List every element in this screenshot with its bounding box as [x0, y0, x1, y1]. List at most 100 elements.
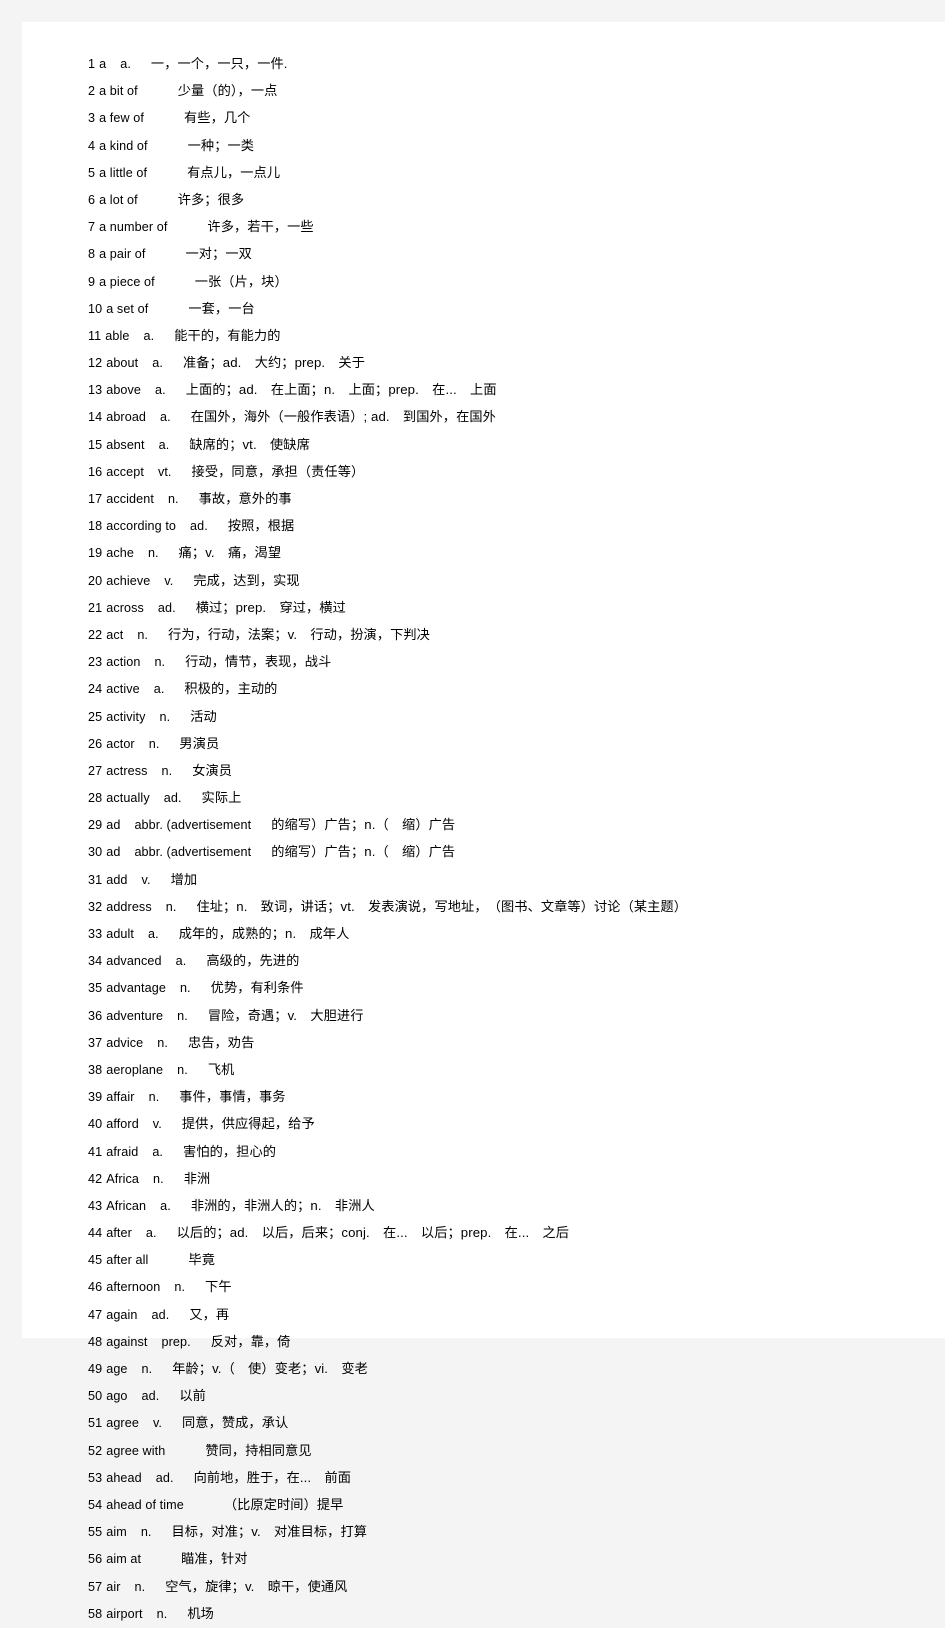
entry-definition: 女演员: [192, 762, 233, 778]
entry-definition: 一张（片，块）: [194, 273, 288, 289]
vocabulary-entry: 3a few of 有些，几个: [88, 104, 928, 131]
entry-number: 3: [88, 111, 96, 126]
vocabulary-entry: 35 advantage n. 优势，有利条件: [88, 974, 928, 1001]
entry-headword: ache: [106, 546, 134, 561]
entry-definition: 成年的，成熟的；n. 成年人: [178, 926, 350, 941]
entry-part-of-speech: a.: [175, 954, 187, 969]
vocabulary-entry: 30 ad abbr. (advertisement 的缩写）广告；n.（ 缩）广告: [88, 838, 928, 865]
entry-headword: abroad: [106, 410, 147, 425]
entry-definition: 横过；prep. 穿过，横过: [195, 599, 346, 615]
entry-definition: 优势，有利条件: [210, 980, 304, 996]
entry-definition: 赞同，持相同意见: [205, 1442, 312, 1458]
entry-headword: a: [99, 57, 107, 71]
entry-part-of-speech: a.: [148, 927, 159, 941]
entry-headword: aim at: [106, 1552, 142, 1567]
entry-part-of-speech: a.: [120, 57, 131, 71]
entry-number: 34: [88, 954, 103, 969]
entry-headword: airport: [106, 1606, 143, 1621]
entry-number: 51: [88, 1416, 103, 1431]
vocabulary-entry: 48 against prep. 反对，靠，倚: [88, 1328, 928, 1355]
vocabulary-entry: 29 ad abbr. (advertisement 的缩写）广告；n.（ 缩）广告: [88, 811, 928, 838]
entry-headword: active: [106, 682, 140, 697]
entry-headword: afternoon: [106, 1280, 161, 1295]
entry-part-of-speech: ad.: [190, 519, 208, 534]
entry-number: 45: [88, 1253, 103, 1268]
entry-headword: ahead of time: [106, 1497, 184, 1512]
entry-definition: 一，一个，一只，一件.: [150, 56, 288, 71]
entry-headword: a pair of: [99, 247, 146, 262]
entry-definition: 非洲: [183, 1170, 211, 1186]
entry-part-of-speech: ad.: [141, 1389, 160, 1404]
vocabulary-entry: 40 afford v. 提供，供应得起，给予: [88, 1110, 928, 1137]
entry-part-of-speech: ad.: [157, 600, 176, 615]
entry-headword: aeroplane: [106, 1062, 164, 1077]
entry-headword: again: [106, 1307, 138, 1322]
entry-definition: 空气，旋律；v. 晾干，使通风: [165, 1578, 348, 1594]
entry-headword: about: [106, 356, 139, 371]
entry-headword: air: [106, 1579, 121, 1594]
entry-definition: 瞄准，针对: [181, 1551, 248, 1567]
entry-part-of-speech: v.: [164, 573, 174, 588]
entry-part-of-speech: n.: [148, 1090, 160, 1105]
entry-definition: 实际上: [201, 790, 242, 806]
entry-definition: 有点儿，一点儿: [187, 164, 281, 180]
vocabulary-entry: 55 aim n. 目标，对准；v. 对准目标，打算: [88, 1518, 928, 1545]
entry-headword: actor: [106, 736, 135, 751]
entry-headword: a lot of: [99, 192, 138, 207]
entry-part-of-speech: abbr. (advertisement: [134, 845, 252, 860]
entry-headword: advice: [106, 1035, 144, 1050]
entry-definition: 提供，供应得起，给予: [181, 1116, 315, 1132]
entry-definition: 年龄；v.（ 使）变老；vi. 变老: [172, 1361, 368, 1376]
entry-part-of-speech: a.: [152, 1144, 164, 1159]
entry-part-of-speech: n.: [140, 1525, 152, 1540]
entry-headword: age: [106, 1362, 128, 1376]
entry-headword: a few of: [99, 111, 145, 126]
entry-headword: accident: [106, 492, 154, 506]
entry-headword: a piece of: [99, 274, 155, 289]
vocabulary-entry: 50 ago ad. 以前: [88, 1382, 928, 1409]
entry-part-of-speech: ad.: [155, 1470, 174, 1485]
vocabulary-entry: 57 air n. 空气，旋律；v. 晾干，使通风: [88, 1573, 928, 1600]
entry-number: 24: [88, 682, 103, 697]
vocabulary-entry: 8a pair of 一对；一双: [88, 240, 928, 267]
entry-number: 4: [88, 138, 96, 153]
vocabulary-entry: 52 agree with 赞同，持相同意见: [88, 1437, 928, 1464]
entry-number: 18: [88, 519, 103, 534]
entry-headword: a number of: [99, 220, 168, 235]
entry-number: 39: [88, 1090, 103, 1105]
entry-part-of-speech: a.: [160, 1198, 171, 1213]
entry-number: 32: [88, 899, 103, 914]
entry-part-of-speech: ad.: [151, 1307, 170, 1322]
vocabulary-list: 1 a a. 一，一个，一只，一件. 2 a bit of 少量（的），一点 3 a few o…: [88, 50, 928, 1627]
entry-headword: afraid: [106, 1144, 139, 1159]
entry-definition: 一套，一台: [188, 300, 255, 316]
entry-number: 43: [88, 1198, 103, 1213]
entry-headword: across: [106, 600, 144, 615]
entry-number: 35: [88, 981, 103, 996]
vocabulary-entry: 33 adult a. 成年的，成熟的；n. 成年人: [88, 920, 928, 947]
entry-part-of-speech: abbr. (advertisement: [134, 818, 252, 833]
entry-part-of-speech: a.: [160, 410, 171, 425]
vocabulary-entry: 25 activity n. 活动: [88, 703, 928, 730]
entry-headword: a bit of: [99, 84, 138, 99]
entry-number: 8: [88, 247, 96, 262]
entry-headword: a set of: [106, 301, 149, 316]
entry-number: 42: [88, 1171, 103, 1186]
vocabulary-entry: 26 actor n. 男演员: [88, 730, 928, 757]
entry-number: 12: [88, 356, 103, 371]
vocabulary-entry: 19 ache n. 痛；v. 痛，渴望: [88, 539, 928, 566]
entry-number: 25: [88, 709, 103, 724]
vocabulary-entry: 6a lot of 许多；很多: [88, 186, 928, 213]
entry-number: 49: [88, 1362, 103, 1376]
entry-definition: （比原定时间）提早: [223, 1496, 344, 1512]
entry-definition: 一种；一类: [187, 137, 255, 153]
entry-part-of-speech: a.: [143, 328, 155, 343]
entry-number: 6: [88, 192, 96, 207]
entry-number: 11: [88, 328, 102, 343]
entry-part-of-speech: a.: [145, 1226, 157, 1241]
entry-number: 54: [88, 1497, 103, 1512]
entry-number: 50: [88, 1389, 103, 1404]
entry-number: 13: [88, 383, 103, 398]
entry-headword: actually: [106, 791, 150, 806]
entry-definition: 事件，事情，事务: [179, 1089, 286, 1105]
